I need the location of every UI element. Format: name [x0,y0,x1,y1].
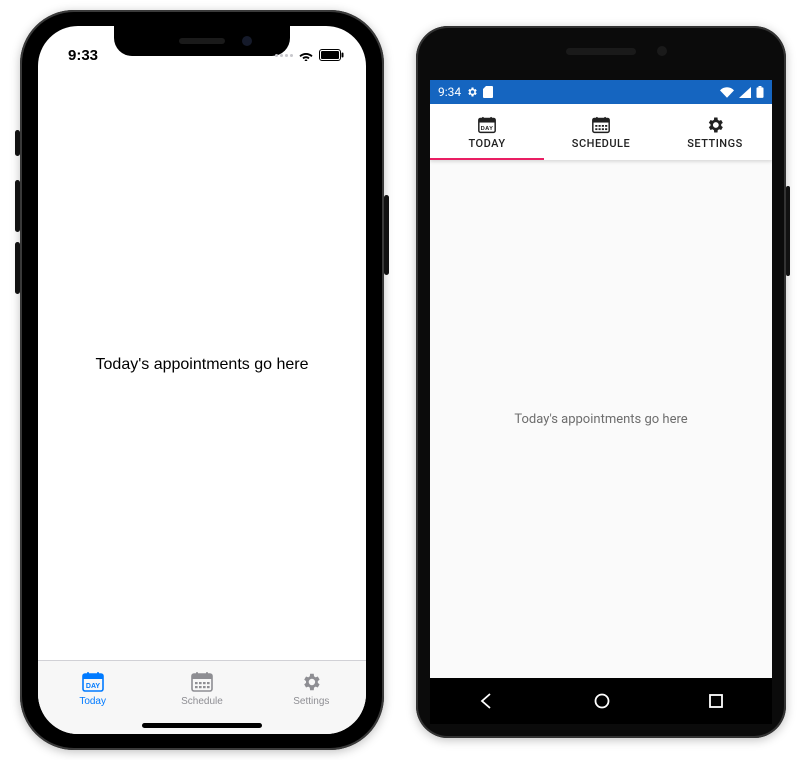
sd-card-icon [483,86,493,98]
tab-label: Schedule [181,696,223,707]
gear-icon [298,670,324,694]
volume-down-button [15,242,20,294]
iphone-screen: 9:33 Today's appointments go here DAY [38,26,366,734]
iphone-device: 9:33 Today's appointments go here DAY [20,10,384,750]
power-button [786,186,790,276]
front-camera [657,46,667,56]
content-placeholder-text: Today's appointments go here [514,412,687,427]
android-screen: 9:34 [430,80,772,678]
tab-label: TODAY [468,137,505,150]
tab-today[interactable]: DAY Today [38,661,147,716]
gear-icon [466,86,478,98]
ios-content-area: Today's appointments go here [38,70,366,660]
recent-apps-button[interactable] [708,693,724,709]
signal-dots-icon [275,54,293,57]
calendar-day-icon: DAY [476,115,498,135]
cell-signal-icon [739,87,751,98]
status-time: 9:33 [68,47,98,64]
tab-settings[interactable]: Settings [257,661,366,716]
side-button [384,195,389,275]
speaker-grille [566,48,636,55]
android-status-bar: 9:34 [430,80,772,104]
tab-indicator [430,158,544,160]
status-right-cluster [275,49,344,61]
android-device: 9:34 [416,26,786,738]
content-placeholder-text: Today's appointments go here [96,356,309,374]
calendar-grid-icon [189,670,215,694]
tab-schedule[interactable]: Schedule [147,661,256,716]
back-button[interactable] [478,692,496,710]
battery-icon [756,86,764,98]
wifi-icon [298,49,314,61]
gear-icon [704,115,726,135]
svg-text:DAY: DAY [481,125,494,131]
calendar-day-icon: DAY [80,670,106,694]
mute-switch [15,130,20,156]
home-indicator[interactable] [142,723,262,728]
wifi-icon [720,87,734,98]
tab-label: Today [79,696,106,707]
status-time: 9:34 [438,85,461,99]
tab-label: Settings [293,696,329,707]
battery-icon [319,49,344,61]
tab-label: SETTINGS [687,137,743,150]
home-button[interactable] [593,692,611,710]
tab-label: SCHEDULE [572,137,630,150]
volume-up-button [15,180,20,232]
android-content-area: Today's appointments go here [430,160,772,678]
tab-schedule[interactable]: SCHEDULE [544,104,658,160]
calendar-grid-icon [590,115,612,135]
tab-settings[interactable]: SETTINGS [658,104,772,160]
tab-today[interactable]: DAY TODAY [430,104,544,160]
android-tab-bar: DAY TODAY SCHEDULE SETTINGS [430,104,772,160]
android-nav-bar [430,678,772,724]
ios-status-bar: 9:33 [38,26,366,70]
svg-text:DAY: DAY [86,683,100,690]
